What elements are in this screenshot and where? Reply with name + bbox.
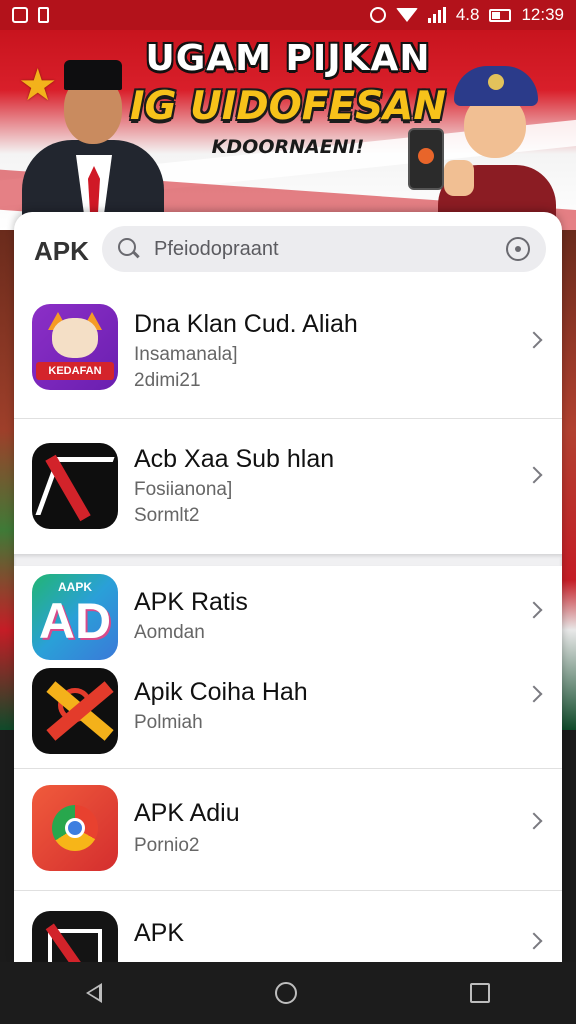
- chrome-like-icon: [32, 785, 118, 871]
- app-subtitle: Polmiah: [134, 712, 203, 733]
- framed-slash-icon: [32, 911, 118, 962]
- banner-tagline: KDOORNAENI!: [211, 136, 365, 158]
- clock-time: 12:39: [521, 5, 564, 24]
- battery-icon: [489, 8, 512, 22]
- search-row: APK: [14, 212, 562, 294]
- alarm-icon: [369, 7, 386, 23]
- list-item[interactable]: KEDAFAN Dna Klan Cud. Aliah Insamanala] …: [14, 294, 562, 418]
- home-icon[interactable]: [274, 982, 297, 1004]
- chevron-right-icon: [525, 932, 543, 950]
- navigation-bar: [0, 962, 576, 1024]
- chevron-right-icon: [525, 331, 543, 349]
- app-title: APK Adiu: [134, 799, 240, 827]
- app-detail: 2dimi21: [134, 370, 201, 391]
- app-detail: Sormlt2: [134, 505, 200, 526]
- gallery-icon: [12, 7, 28, 23]
- app-title: APK Ratis: [134, 588, 248, 616]
- app-subtitle: Pornio2: [134, 835, 200, 856]
- promo-banner[interactable]: ★ UGAM PIJKAN IG UIDOFESAN KDOORNAENI!: [0, 30, 576, 230]
- list-item[interactable]: APK Adiu Pornio2: [14, 769, 562, 890]
- search-icon: [118, 238, 140, 260]
- crossed-bands-icon: [32, 668, 118, 754]
- list-item[interactable]: Apik Coiha Hah Polmiah: [14, 664, 562, 768]
- battery-percent: 4.8: [455, 5, 480, 24]
- app-subtitle: Insamanala]: [134, 344, 238, 365]
- list-item[interactable]: APK: [14, 891, 562, 962]
- brand-label: APK: [34, 236, 89, 266]
- chevron-right-icon: [525, 601, 543, 619]
- chevron-right-icon: [525, 466, 543, 484]
- phone-icon: [38, 7, 49, 23]
- banner-title: UGAM PIJKAN: [145, 38, 431, 79]
- background-scene-right: [560, 230, 576, 730]
- app-list-sheet: APK KEDAFAN Dna Klan Cud. Aliah Insamana…: [14, 212, 562, 962]
- chevron-right-icon: [525, 685, 543, 703]
- list-item[interactable]: Acb Xaa Sub hlan Fosiianona] Sormlt2: [14, 419, 562, 551]
- apk-ad-icon: AAPK AD: [32, 574, 118, 660]
- app-title: Dna Klan Cud. Aliah: [134, 310, 358, 338]
- status-bar: 4.8 12:39: [0, 0, 576, 30]
- app-title: Apik Coiha Hah: [134, 678, 308, 706]
- app-subtitle: Aomdan: [134, 622, 205, 643]
- search-bar[interactable]: [102, 226, 546, 272]
- signal-icon: [427, 7, 446, 23]
- wifi-icon: [395, 8, 418, 22]
- app-title: APK: [134, 919, 185, 947]
- status-left: [12, 7, 49, 23]
- cat-mascot-icon: KEDAFAN: [32, 304, 118, 390]
- app-title: Acb Xaa Sub hlan: [134, 445, 335, 473]
- section-gap: [14, 554, 562, 566]
- banner-subtitle: IG UIDOFESAN: [130, 84, 446, 129]
- app-subtitle: Fosiianona]: [134, 479, 233, 500]
- voice-search-icon[interactable]: [506, 237, 530, 261]
- back-icon[interactable]: [86, 983, 103, 1003]
- recent-apps-icon[interactable]: [469, 983, 490, 1003]
- search-input[interactable]: [154, 237, 506, 261]
- letter-a-icon: [32, 443, 118, 529]
- status-right: 4.8 12:39: [369, 5, 564, 25]
- list-item[interactable]: AAPK AD APK Ratis Aomdan: [14, 568, 562, 664]
- chevron-right-icon: [525, 812, 543, 830]
